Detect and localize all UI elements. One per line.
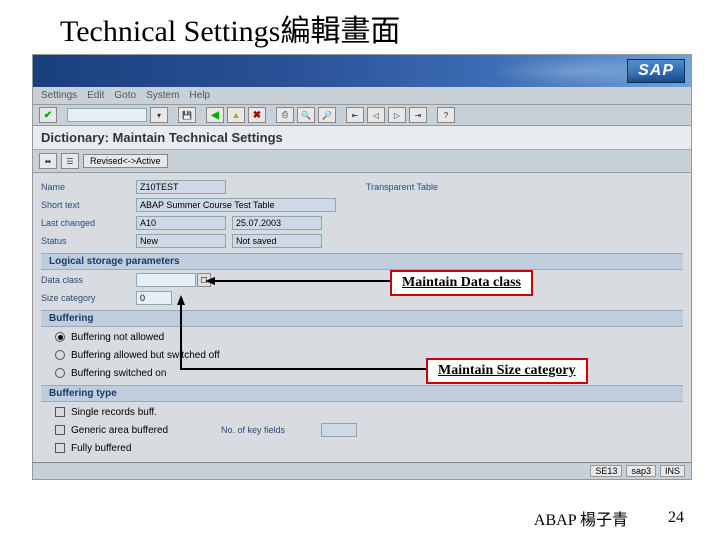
menu-edit[interactable]: Edit <box>87 90 104 101</box>
short-text-label: Short text <box>41 200 136 210</box>
content-area: Name Z10TEST Transparent Table Short tex… <box>33 173 691 462</box>
name-label: Name <box>41 182 136 192</box>
first-page-icon[interactable]: ⇤ <box>346 107 364 123</box>
buffering-not-allowed-radio[interactable] <box>55 332 65 342</box>
menu-settings[interactable]: Settings <box>41 90 77 101</box>
status-label: Status <box>41 236 136 246</box>
saved-field: Not saved <box>232 234 322 248</box>
storage-group-title: Logical storage parameters <box>41 253 683 270</box>
changed-on-field: 25.07.2003 <box>232 216 322 230</box>
menu-goto[interactable]: Goto <box>114 90 136 101</box>
back-icon[interactable]: ◀ <box>206 107 224 123</box>
buftype-opt1-label: Single records buff. <box>71 407 157 418</box>
dropdown-icon[interactable]: ▾ <box>150 107 168 123</box>
arrow-data-class <box>215 280 390 282</box>
callout-size-cat: Maintain Size category <box>426 358 588 384</box>
app-toolbar: ⬌ ☰ Revised<->Active <box>33 150 691 173</box>
standard-toolbar: ✔ ▾ 💾 ◀ ▲ ✖ ⎙ 🔍 🔎 ⇤ ◁ ▷ ⇥ ? <box>33 105 691 126</box>
menu-help[interactable]: Help <box>189 90 210 101</box>
arrow-head-size-cat <box>177 295 185 305</box>
insert-mode-cell: INS <box>660 465 685 477</box>
table-type-label: Transparent Table <box>366 182 438 192</box>
buffering-opt3-label: Buffering switched on <box>71 368 166 379</box>
author-text: ABAP 楊子青 <box>534 506 628 530</box>
last-changed-label: Last changed <box>41 218 136 228</box>
short-text-field: ABAP Summer Course Test Table <box>136 198 336 212</box>
slide-footer: ABAP 楊子青 24 <box>534 506 684 530</box>
exit-icon[interactable]: ▲ <box>227 107 245 123</box>
last-page-icon[interactable]: ⇥ <box>409 107 427 123</box>
buffering-group-title: Buffering <box>41 310 683 327</box>
single-records-checkbox[interactable] <box>55 407 65 417</box>
status-bar: SE13 sap3 INS <box>33 462 691 479</box>
menu-system[interactable]: System <box>146 90 179 101</box>
buftype-opt2-label: Generic area buffered <box>71 425 221 436</box>
sap-titlebar: SAP <box>33 55 691 87</box>
save-icon[interactable]: 💾 <box>178 107 196 123</box>
slide-title: Technical Settings編輯畫面 <box>0 0 720 54</box>
cancel-icon[interactable]: ✖ <box>248 107 266 123</box>
key-fields-label: No. of key fields <box>221 425 321 435</box>
data-class-label: Data class <box>41 275 136 285</box>
status-field: New <box>136 234 226 248</box>
command-field[interactable] <box>67 108 147 122</box>
changed-by-field: A10 <box>136 216 226 230</box>
other-object-icon[interactable]: ☰ <box>61 153 79 169</box>
help-icon[interactable]: ? <box>437 107 455 123</box>
arrow-head-data-class <box>205 277 215 285</box>
buffering-opt1-label: Buffering not allowed <box>71 332 164 343</box>
callout-data-class: Maintain Data class <box>390 270 533 296</box>
enter-icon[interactable]: ✔ <box>39 107 57 123</box>
page-number: 24 <box>668 509 684 527</box>
menu-bar: Settings Edit Goto System Help <box>33 87 691 105</box>
size-category-label: Size category <box>41 293 136 303</box>
size-category-input[interactable]: 0 <box>136 291 172 305</box>
sap-window: SAP Settings Edit Goto System Help ✔ ▾ 💾… <box>32 54 692 480</box>
screen-title: Dictionary: Maintain Technical Settings <box>33 126 691 150</box>
revised-active-button[interactable]: Revised<->Active <box>83 154 168 168</box>
fully-buffered-checkbox[interactable] <box>55 443 65 453</box>
sap-logo: SAP <box>627 59 685 83</box>
arrow-size-cat-h <box>180 368 426 370</box>
buffering-type-group-title: Buffering type <box>41 385 683 402</box>
prev-page-icon[interactable]: ◁ <box>367 107 385 123</box>
buffering-on-radio[interactable] <box>55 368 65 378</box>
tcode-cell: SE13 <box>590 465 622 477</box>
find-icon[interactable]: 🔍 <box>297 107 315 123</box>
key-fields-input <box>321 423 357 437</box>
find-next-icon[interactable]: 🔎 <box>318 107 336 123</box>
nav-back-icon[interactable]: ⬌ <box>39 153 57 169</box>
arrow-size-cat-v <box>180 302 182 368</box>
buftype-opt3-label: Fully buffered <box>71 443 131 454</box>
generic-area-checkbox[interactable] <box>55 425 65 435</box>
system-cell: sap3 <box>626 465 656 477</box>
buffering-allowed-off-radio[interactable] <box>55 350 65 360</box>
data-class-input[interactable] <box>136 273 196 287</box>
buffering-opt2-label: Buffering allowed but switched off <box>71 350 220 361</box>
next-page-icon[interactable]: ▷ <box>388 107 406 123</box>
name-field: Z10TEST <box>136 180 226 194</box>
print-icon[interactable]: ⎙ <box>276 107 294 123</box>
